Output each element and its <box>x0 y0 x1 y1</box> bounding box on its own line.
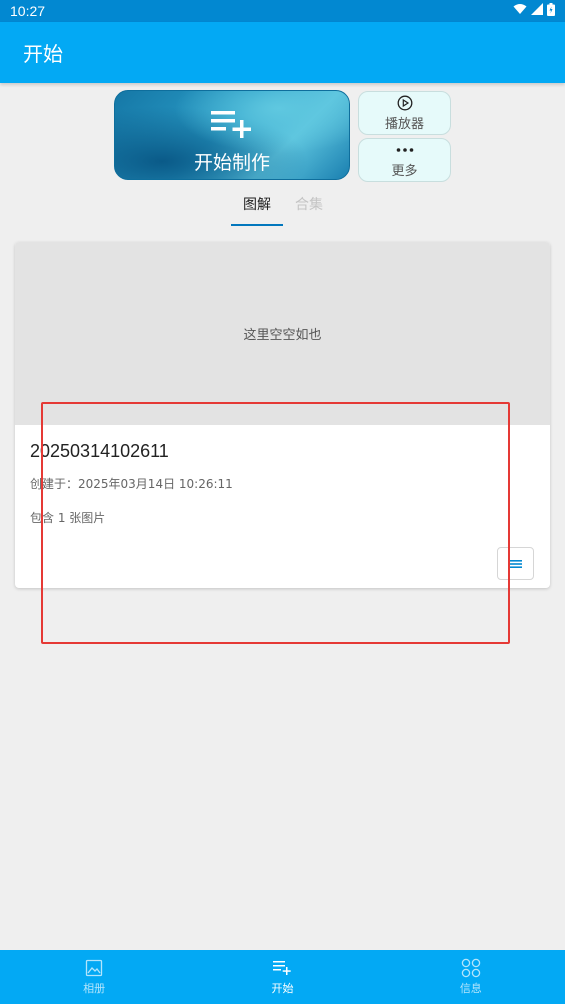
status-bar: 10:27 <box>0 0 565 22</box>
apps-icon <box>461 958 481 978</box>
status-icons <box>513 2 555 20</box>
project-title: 20250314102611 <box>30 441 169 461</box>
tab-diagrams[interactable]: 图解 <box>231 190 283 226</box>
play-circle-icon <box>397 95 413 111</box>
page-title: 开始 <box>23 42 63 66</box>
card-preview: 这里空空如也 <box>15 242 550 425</box>
start-making-button[interactable]: 开始制作 <box>114 90 350 180</box>
nav-album[interactable]: 相册 <box>0 950 188 1004</box>
created-time: 创建于：2025年03月14日 10:26:11 <box>30 477 233 491</box>
image-icon <box>85 958 103 978</box>
nav-info-label: 信息 <box>459 982 482 995</box>
image-count: 包含 1 张图片 <box>30 511 106 525</box>
wifi-icon <box>513 3 527 19</box>
nav-album-label: 相册 <box>83 982 106 995</box>
status-time: 10:27 <box>10 3 46 19</box>
battery-icon <box>547 2 555 20</box>
playlist-add-icon <box>211 109 255 139</box>
more-dots-icon <box>396 142 414 158</box>
project-card[interactable]: 这里空空如也 20250314102611 创建于：2025年03月14日 10… <box>15 242 550 588</box>
more-button[interactable]: 更多 <box>358 138 451 182</box>
empty-preview-text: 这里空空如也 <box>243 328 322 343</box>
tab-collections[interactable]: 合集 <box>283 190 335 226</box>
card-menu-button[interactable] <box>497 547 534 580</box>
player-label: 播放器 <box>384 116 424 132</box>
menu-lines-icon <box>509 554 522 573</box>
playlist-add-icon <box>273 958 292 978</box>
nav-start[interactable]: 开始 <box>188 950 376 1004</box>
tab-bar: 图解 合集 <box>0 190 565 228</box>
app-bar: 开始 <box>0 22 565 83</box>
start-making-label: 开始制作 <box>193 152 270 174</box>
nav-info[interactable]: 信息 <box>377 950 565 1004</box>
player-button[interactable]: 播放器 <box>358 91 451 135</box>
more-label: 更多 <box>391 163 418 179</box>
bottom-navigation: 相册 开始 信息 <box>0 950 565 1004</box>
nav-start-label: 开始 <box>271 982 294 995</box>
signal-icon <box>531 3 543 19</box>
